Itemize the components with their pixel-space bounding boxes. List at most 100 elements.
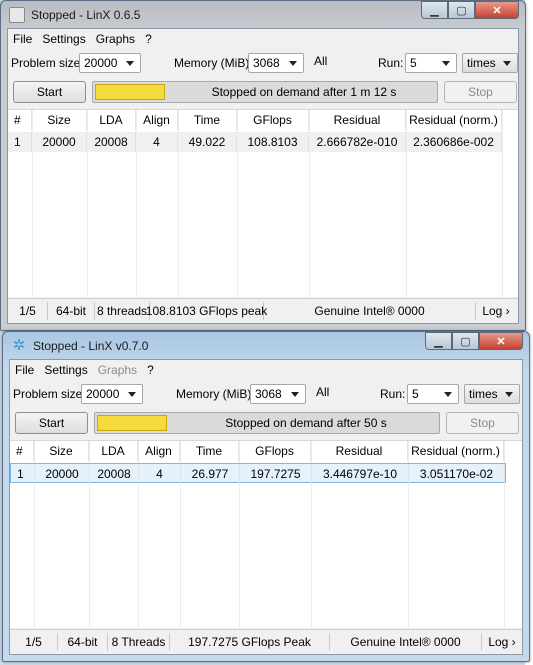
settings-row: Problem size: 20000 Memory (MiB): 3068 A… bbox=[8, 51, 518, 75]
problem-size-value: 20000 bbox=[86, 387, 120, 401]
table-header: # Size LDA Align Time GFlops Residual Re… bbox=[10, 441, 504, 461]
table-cell: 4 bbox=[136, 132, 178, 152]
problem-size-label: Problem size: bbox=[13, 387, 86, 401]
menu-bar: File Settings Graphs ? bbox=[8, 29, 518, 49]
status-architecture: 64-bit bbox=[58, 633, 108, 651]
menu-file[interactable]: File bbox=[10, 363, 39, 377]
column-header[interactable]: Align bbox=[138, 441, 180, 461]
table-cell: 20000 bbox=[35, 464, 90, 484]
status-peak: 108.8103 GFlops peak bbox=[145, 302, 268, 320]
run-unit-combo[interactable]: times bbox=[462, 53, 518, 73]
table-row[interactable]: 1 20000 20008 4 49.022 108.8103 2.666782… bbox=[8, 132, 502, 152]
table-cell: 1 bbox=[11, 464, 35, 484]
maximize-button[interactable]: ▢ bbox=[452, 332, 479, 350]
table-cell: 20008 bbox=[87, 132, 136, 152]
progress-bar: Stopped on demand after 50 s bbox=[94, 412, 440, 434]
settings-row: Problem size: 20000 Memory (MiB): 3068 A… bbox=[10, 382, 522, 406]
table-cell: 3.051170e-02 bbox=[409, 464, 505, 484]
table-cell: 20000 bbox=[32, 132, 87, 152]
run-unit-combo[interactable]: times bbox=[464, 384, 520, 404]
chevron-down-icon bbox=[444, 392, 452, 397]
column-header[interactable]: Residual bbox=[309, 110, 406, 130]
start-button[interactable]: Start bbox=[15, 412, 88, 434]
column-header[interactable]: # bbox=[8, 110, 32, 130]
column-header[interactable]: Residual bbox=[311, 441, 408, 461]
minimize-button[interactable]: ▁ bbox=[421, 1, 448, 19]
close-icon: ✕ bbox=[492, 4, 502, 17]
run-unit-value: times bbox=[467, 56, 496, 70]
menu-help[interactable]: ? bbox=[140, 32, 157, 46]
memory-label: Memory (MiB): bbox=[174, 56, 253, 70]
table-cell: 1 bbox=[8, 132, 32, 152]
status-run-progress: 1/5 bbox=[8, 302, 48, 320]
column-header[interactable]: Size bbox=[34, 441, 89, 461]
status-bar: 1/5 64-bit 8 Threads 197.7275 GFlops Pea… bbox=[10, 629, 522, 654]
log-button[interactable]: Log › bbox=[482, 633, 522, 651]
linx-gear-icon: ✲ bbox=[12, 337, 26, 354]
all-memory-label[interactable]: All bbox=[314, 54, 327, 68]
client-area: File Settings Graphs ? Problem size: 200… bbox=[7, 28, 519, 324]
problem-size-value: 20000 bbox=[84, 56, 118, 70]
maximize-button[interactable]: ▢ bbox=[448, 1, 475, 19]
table-cell: 20008 bbox=[90, 464, 139, 484]
results-table: # Size LDA Align Time GFlops Residual Re… bbox=[10, 440, 522, 628]
close-icon: ✕ bbox=[496, 335, 506, 348]
chevron-down-icon bbox=[291, 392, 299, 397]
run-count-combo[interactable]: 5 bbox=[405, 53, 457, 73]
problem-size-combo[interactable]: 20000 bbox=[79, 53, 141, 73]
column-header[interactable]: Residual (norm.) bbox=[406, 110, 502, 130]
memory-combo[interactable]: 3068 bbox=[250, 384, 306, 404]
start-button[interactable]: Start bbox=[13, 81, 86, 103]
progress-fill bbox=[95, 84, 165, 100]
status-cpu: Genuine Intel® 0000 bbox=[264, 302, 476, 320]
status-architecture: 64-bit bbox=[48, 302, 95, 320]
column-header[interactable]: Residual (norm.) bbox=[408, 441, 504, 461]
client-area: File Settings Graphs ? Problem size: 200… bbox=[9, 359, 523, 655]
chevron-down-icon bbox=[128, 392, 136, 397]
stop-button[interactable]: Stop bbox=[444, 81, 517, 103]
run-label: Run: bbox=[380, 387, 406, 401]
run-count-combo[interactable]: 5 bbox=[407, 384, 459, 404]
column-header[interactable]: GFlops bbox=[237, 110, 309, 130]
minimize-button[interactable]: ▁ bbox=[425, 332, 452, 350]
menu-file[interactable]: File bbox=[8, 32, 37, 46]
column-header[interactable]: GFlops bbox=[239, 441, 311, 461]
column-header[interactable]: Time bbox=[178, 110, 237, 130]
column-header[interactable]: Time bbox=[180, 441, 239, 461]
table-row[interactable]: 1 20000 20008 4 26.977 197.7275 3.446797… bbox=[10, 463, 506, 484]
column-header[interactable]: Align bbox=[136, 110, 178, 130]
menu-graphs[interactable]: Graphs bbox=[93, 363, 142, 377]
menu-help[interactable]: ? bbox=[142, 363, 159, 377]
stop-button[interactable]: Stop bbox=[446, 412, 519, 434]
close-button[interactable]: ✕ bbox=[479, 332, 523, 350]
run-count-value: 5 bbox=[412, 387, 419, 401]
column-header[interactable]: Size bbox=[32, 110, 87, 130]
menu-settings[interactable]: Settings bbox=[39, 363, 92, 377]
table-cell: 197.7275 bbox=[240, 464, 312, 484]
progress-text: Stopped on demand after 1 m 12 s bbox=[211, 85, 397, 99]
window-title: Stopped - LinX v0.7.0 bbox=[33, 339, 149, 353]
maximize-icon: ▢ bbox=[460, 335, 471, 348]
column-header[interactable]: # bbox=[10, 441, 34, 461]
run-unit-value: times bbox=[469, 387, 498, 401]
memory-combo[interactable]: 3068 bbox=[248, 53, 304, 73]
title-bar: Stopped - LinX 0.6.5 bbox=[9, 5, 140, 25]
table-cell: 3.446797e-10 bbox=[312, 464, 409, 484]
log-button[interactable]: Log › bbox=[476, 302, 516, 320]
progress-text: Stopped on demand after 50 s bbox=[225, 416, 387, 430]
close-button[interactable]: ✕ bbox=[475, 1, 519, 19]
run-label: Run: bbox=[378, 56, 404, 70]
memory-value: 3068 bbox=[255, 387, 282, 401]
column-header[interactable]: LDA bbox=[87, 110, 136, 130]
menu-settings[interactable]: Settings bbox=[37, 32, 90, 46]
status-cpu: Genuine Intel® 0000 bbox=[330, 633, 482, 651]
action-row: Start Stopped on demand after 50 s Stop bbox=[10, 410, 522, 436]
menu-graphs[interactable]: Graphs bbox=[91, 32, 140, 46]
column-header[interactable]: LDA bbox=[89, 441, 138, 461]
table-cell: 49.022 bbox=[178, 132, 237, 152]
status-threads: 8 threads bbox=[95, 302, 150, 320]
all-memory-label[interactable]: All bbox=[316, 385, 329, 399]
maximize-icon: ▢ bbox=[456, 4, 467, 17]
memory-value: 3068 bbox=[253, 56, 280, 70]
problem-size-combo[interactable]: 20000 bbox=[81, 384, 143, 404]
